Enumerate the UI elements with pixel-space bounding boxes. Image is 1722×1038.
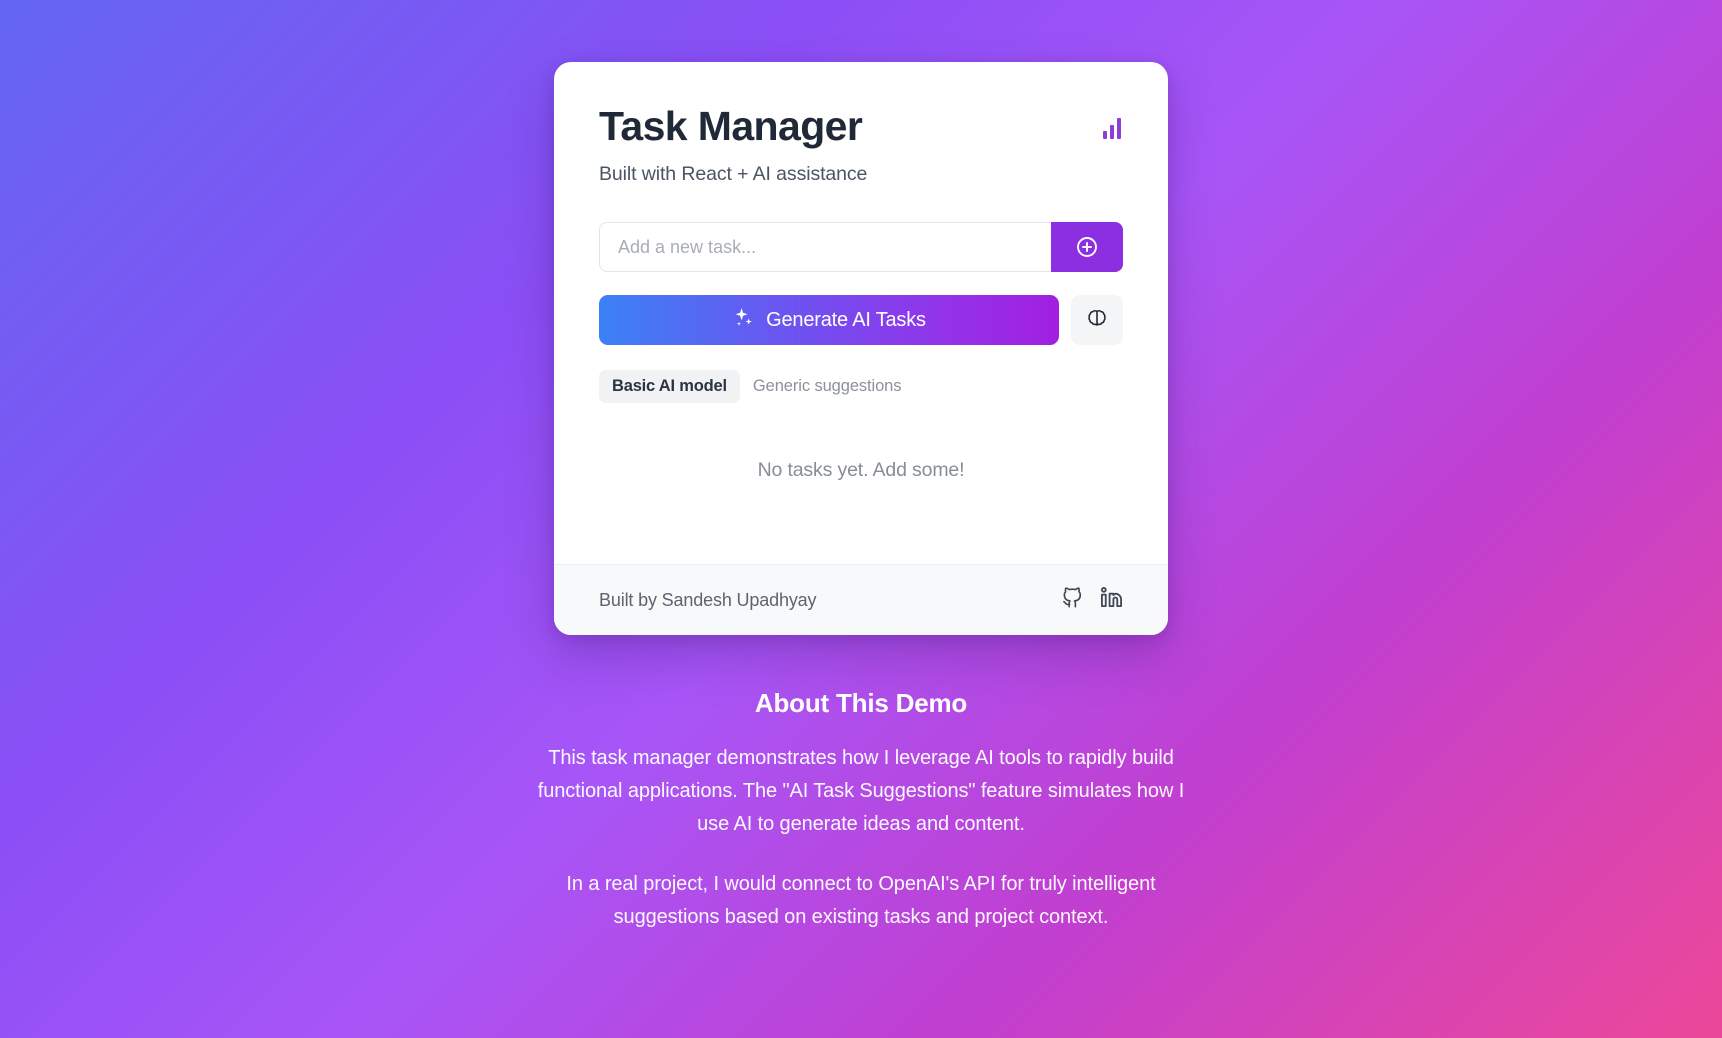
ai-model-toggle-button[interactable] bbox=[1071, 295, 1123, 346]
card-body: Task Manager Built with React + AI assis… bbox=[554, 62, 1168, 564]
new-task-input[interactable] bbox=[599, 222, 1051, 273]
brain-icon bbox=[1085, 307, 1109, 334]
about-section: About This Demo This task manager demons… bbox=[536, 688, 1186, 934]
add-task-row bbox=[599, 222, 1123, 273]
page-subtitle: Built with React + AI assistance bbox=[599, 163, 868, 186]
about-title: About This Demo bbox=[754, 688, 968, 719]
page-title: Task Manager bbox=[599, 103, 863, 149]
card-header: Task Manager bbox=[599, 103, 1123, 149]
footer-social-links bbox=[1061, 586, 1123, 614]
task-manager-card: Task Manager Built with React + AI assis… bbox=[554, 62, 1168, 636]
linkedin-icon bbox=[1100, 586, 1123, 614]
bar-chart-icon[interactable] bbox=[1103, 118, 1121, 139]
bar-chart-bar-2 bbox=[1110, 125, 1114, 139]
generate-ai-tasks-button[interactable]: Generate AI Tasks bbox=[599, 295, 1059, 346]
add-task-button[interactable] bbox=[1051, 222, 1123, 273]
generate-row: Generate AI Tasks bbox=[599, 295, 1123, 346]
about-paragraph-1: This task manager demonstrates how I lev… bbox=[537, 747, 1185, 836]
github-icon bbox=[1061, 586, 1084, 614]
ai-model-badge: Basic AI model bbox=[599, 370, 740, 404]
plus-circle-icon bbox=[1075, 235, 1099, 259]
about-paragraph-2: In a real project, I would connect to Op… bbox=[566, 873, 1156, 929]
footer-credit: Built by Sandesh Upadhyay bbox=[599, 589, 817, 610]
model-info-row: Basic AI model Generic suggestions bbox=[599, 370, 1123, 404]
card-footer: Built by Sandesh Upadhyay bbox=[554, 564, 1168, 636]
generate-ai-tasks-label: Generate AI Tasks bbox=[766, 308, 926, 331]
bar-chart-bar-3 bbox=[1117, 118, 1121, 139]
linkedin-link[interactable] bbox=[1100, 586, 1123, 614]
github-link[interactable] bbox=[1061, 586, 1084, 614]
bar-chart-bar-1 bbox=[1103, 131, 1107, 139]
sparkles-icon bbox=[732, 306, 755, 335]
empty-task-list-message: No tasks yet. Add some! bbox=[757, 459, 965, 482]
ai-model-note: Generic suggestions bbox=[752, 377, 902, 396]
